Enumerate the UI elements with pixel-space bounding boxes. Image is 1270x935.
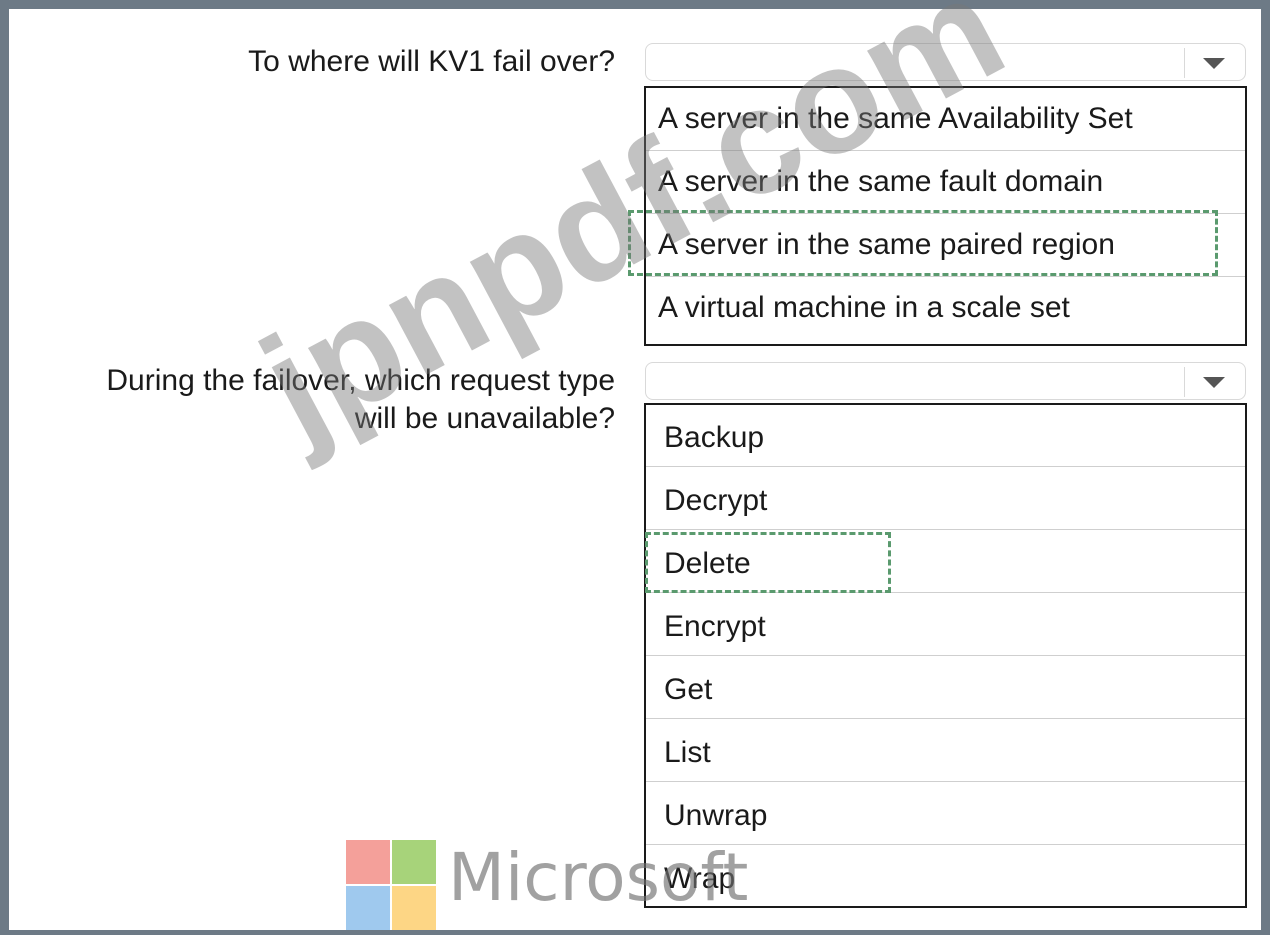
option-wrap[interactable]: Wrap <box>646 846 1245 908</box>
logo-square-yellow <box>392 886 436 930</box>
question-2-dropdown[interactable] <box>645 362 1246 400</box>
question-2-options-list: Backup Decrypt Delete Encrypt Get List U… <box>644 403 1247 908</box>
question-1-prompt: To where will KV1 fail over? <box>248 45 615 78</box>
question-1-options-list: A server in the same Availability Set A … <box>644 86 1247 346</box>
logo-square-green <box>392 840 436 884</box>
dropdown-divider <box>1184 367 1185 397</box>
option-fault-domain[interactable]: A server in the same fault domain <box>646 151 1245 214</box>
option-availability-set[interactable]: A server in the same Availability Set <box>646 88 1245 151</box>
question-1-dropdown[interactable] <box>645 43 1246 81</box>
dropdown-divider <box>1184 48 1185 78</box>
logo-square-blue <box>346 886 390 930</box>
option-paired-region[interactable]: A server in the same paired region <box>646 214 1245 277</box>
option-encrypt[interactable]: Encrypt <box>646 594 1245 656</box>
option-list[interactable]: List <box>646 720 1245 782</box>
option-get[interactable]: Get <box>646 657 1245 719</box>
microsoft-logo-icon <box>346 840 436 930</box>
chevron-down-icon[interactable] <box>1203 377 1225 388</box>
option-delete[interactable]: Delete <box>646 531 1245 593</box>
question-2-prompt: During the failover, which request type w… <box>0 362 615 438</box>
option-backup[interactable]: Backup <box>646 405 1245 467</box>
option-decrypt[interactable]: Decrypt <box>646 468 1245 530</box>
option-scale-set[interactable]: A virtual machine in a scale set <box>646 277 1245 340</box>
question-2-prompt-text: During the failover, which request type w… <box>106 364 615 435</box>
chevron-down-icon[interactable] <box>1203 58 1225 69</box>
logo-square-red <box>346 840 390 884</box>
option-unwrap[interactable]: Unwrap <box>646 783 1245 845</box>
